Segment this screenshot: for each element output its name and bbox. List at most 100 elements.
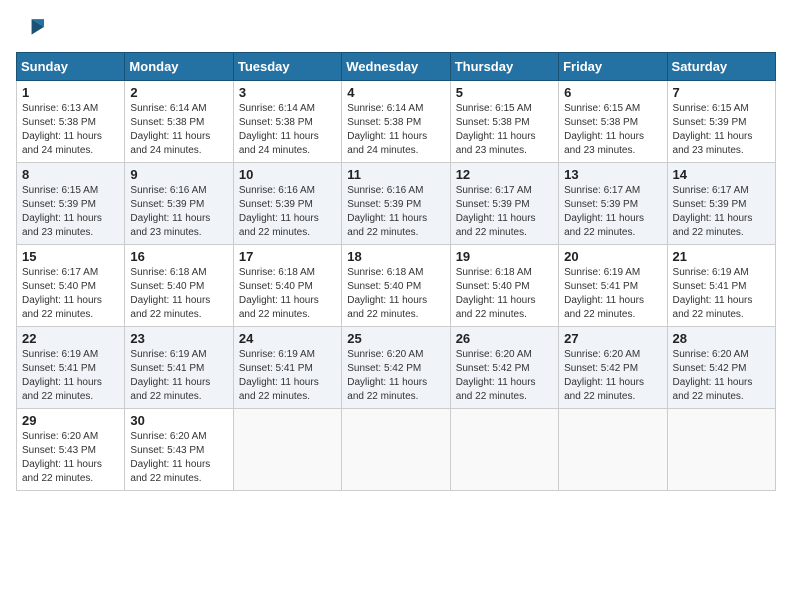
calendar-day-cell bbox=[559, 409, 667, 491]
day-info: Sunrise: 6:15 AM Sunset: 5:38 PM Dayligh… bbox=[456, 102, 554, 158]
day-number: 25 bbox=[347, 331, 445, 346]
day-info: Sunrise: 6:20 AM Sunset: 5:42 PM Dayligh… bbox=[673, 348, 771, 404]
day-info: Sunrise: 6:20 AM Sunset: 5:42 PM Dayligh… bbox=[456, 348, 554, 404]
day-number: 23 bbox=[130, 331, 228, 346]
day-info: Sunrise: 6:19 AM Sunset: 5:41 PM Dayligh… bbox=[239, 348, 337, 404]
calendar-day-cell: 6 Sunrise: 6:15 AM Sunset: 5:38 PM Daylig… bbox=[559, 81, 667, 163]
calendar-day-cell: 16 Sunrise: 6:18 AM Sunset: 5:40 PM Dayli… bbox=[125, 245, 233, 327]
calendar-day-cell bbox=[233, 409, 341, 491]
calendar-day-cell: 4Sunrise: 6:14 AM Sunset: 5:38 PM Daylig… bbox=[342, 81, 450, 163]
calendar-day-cell bbox=[667, 409, 775, 491]
calendar-day-cell: 15 Sunrise: 6:17 AM Sunset: 5:40 PM Dayli… bbox=[17, 245, 125, 327]
day-number: 24 bbox=[239, 331, 337, 346]
day-number: 11 bbox=[347, 167, 445, 182]
day-info: Sunrise: 6:20 AM Sunset: 5:42 PM Dayligh… bbox=[347, 348, 445, 404]
day-info: Sunrise: 6:18 AM Sunset: 5:40 PM Dayligh… bbox=[130, 266, 228, 322]
calendar-day-cell: 13Sunrise: 6:17 AM Sunset: 5:39 PM Dayli… bbox=[559, 163, 667, 245]
day-number: 3 bbox=[239, 85, 337, 100]
day-number: 2 bbox=[130, 85, 228, 100]
calendar-day-cell: 30 Sunrise: 6:20 AM Sunset: 5:43 PM Dayli… bbox=[125, 409, 233, 491]
day-info: Sunrise: 6:13 AM Sunset: 5:38 PM Dayligh… bbox=[22, 102, 120, 158]
day-info: Sunrise: 6:17 AM Sunset: 5:39 PM Dayligh… bbox=[673, 184, 771, 240]
calendar-day-cell: 12Sunrise: 6:17 AM Sunset: 5:39 PM Dayli… bbox=[450, 163, 558, 245]
day-info: Sunrise: 6:19 AM Sunset: 5:41 PM Dayligh… bbox=[22, 348, 120, 404]
weekday-header-tuesday: Tuesday bbox=[233, 53, 341, 81]
calendar-day-cell: 26 Sunrise: 6:20 AM Sunset: 5:42 PM Dayli… bbox=[450, 327, 558, 409]
calendar-day-cell bbox=[450, 409, 558, 491]
calendar-table: SundayMondayTuesdayWednesdayThursdayFrid… bbox=[16, 52, 776, 491]
calendar-day-cell: 22 Sunrise: 6:19 AM Sunset: 5:41 PM Dayli… bbox=[17, 327, 125, 409]
day-info: Sunrise: 6:14 AM Sunset: 5:38 PM Dayligh… bbox=[239, 102, 337, 158]
day-number: 9 bbox=[130, 167, 228, 182]
calendar-day-cell: 3 Sunrise: 6:14 AM Sunset: 5:38 PM Daylig… bbox=[233, 81, 341, 163]
weekday-header-friday: Friday bbox=[559, 53, 667, 81]
weekday-header-wednesday: Wednesday bbox=[342, 53, 450, 81]
day-number: 16 bbox=[130, 249, 228, 264]
day-number: 1 bbox=[22, 85, 120, 100]
day-number: 20 bbox=[564, 249, 662, 264]
calendar-day-cell: 25 Sunrise: 6:20 AM Sunset: 5:42 PM Dayli… bbox=[342, 327, 450, 409]
calendar-day-cell bbox=[342, 409, 450, 491]
day-number: 21 bbox=[673, 249, 771, 264]
day-info: Sunrise: 6:14 AM Sunset: 5:38 PM Dayligh… bbox=[347, 102, 445, 158]
day-number: 15 bbox=[22, 249, 120, 264]
calendar-week-row: 8 Sunrise: 6:15 AM Sunset: 5:39 PM Daylig… bbox=[17, 163, 776, 245]
day-number: 12 bbox=[456, 167, 554, 182]
day-info: Sunrise: 6:17 AM Sunset: 5:39 PM Dayligh… bbox=[564, 184, 662, 240]
calendar-day-cell: 1 Sunrise: 6:13 AM Sunset: 5:38 PM Daylig… bbox=[17, 81, 125, 163]
day-number: 22 bbox=[22, 331, 120, 346]
logo-icon bbox=[16, 16, 44, 44]
day-number: 8 bbox=[22, 167, 120, 182]
day-info: Sunrise: 6:18 AM Sunset: 5:40 PM Dayligh… bbox=[456, 266, 554, 322]
day-number: 14 bbox=[673, 167, 771, 182]
weekday-header-monday: Monday bbox=[125, 53, 233, 81]
page-header bbox=[16, 16, 776, 44]
calendar-day-cell: 8 Sunrise: 6:15 AM Sunset: 5:39 PM Daylig… bbox=[17, 163, 125, 245]
calendar-week-row: 22 Sunrise: 6:19 AM Sunset: 5:41 PM Dayli… bbox=[17, 327, 776, 409]
day-info: Sunrise: 6:18 AM Sunset: 5:40 PM Dayligh… bbox=[239, 266, 337, 322]
day-info: Sunrise: 6:16 AM Sunset: 5:39 PM Dayligh… bbox=[347, 184, 445, 240]
day-number: 30 bbox=[130, 413, 228, 428]
day-number: 28 bbox=[673, 331, 771, 346]
day-number: 7 bbox=[673, 85, 771, 100]
calendar-week-row: 29 Sunrise: 6:20 AM Sunset: 5:43 PM Dayli… bbox=[17, 409, 776, 491]
calendar-day-cell: 23 Sunrise: 6:19 AM Sunset: 5:41 PM Dayli… bbox=[125, 327, 233, 409]
day-info: Sunrise: 6:20 AM Sunset: 5:43 PM Dayligh… bbox=[130, 430, 228, 486]
calendar-day-cell: 11 Sunrise: 6:16 AM Sunset: 5:39 PM Dayli… bbox=[342, 163, 450, 245]
calendar-day-cell: 14 Sunrise: 6:17 AM Sunset: 5:39 PM Dayli… bbox=[667, 163, 775, 245]
calendar-day-cell: 17Sunrise: 6:18 AM Sunset: 5:40 PM Dayli… bbox=[233, 245, 341, 327]
calendar-day-cell: 9Sunrise: 6:16 AM Sunset: 5:39 PM Daylig… bbox=[125, 163, 233, 245]
day-info: Sunrise: 6:15 AM Sunset: 5:38 PM Dayligh… bbox=[564, 102, 662, 158]
calendar-day-cell: 2 Sunrise: 6:14 AM Sunset: 5:38 PM Daylig… bbox=[125, 81, 233, 163]
day-info: Sunrise: 6:19 AM Sunset: 5:41 PM Dayligh… bbox=[564, 266, 662, 322]
day-info: Sunrise: 6:16 AM Sunset: 5:39 PM Dayligh… bbox=[239, 184, 337, 240]
calendar-day-cell: 7 Sunrise: 6:15 AM Sunset: 5:39 PM Daylig… bbox=[667, 81, 775, 163]
day-info: Sunrise: 6:19 AM Sunset: 5:41 PM Dayligh… bbox=[130, 348, 228, 404]
day-number: 27 bbox=[564, 331, 662, 346]
day-number: 29 bbox=[22, 413, 120, 428]
calendar-day-cell: 10 Sunrise: 6:16 AM Sunset: 5:39 PM Dayli… bbox=[233, 163, 341, 245]
day-number: 10 bbox=[239, 167, 337, 182]
calendar-day-cell: 19 Sunrise: 6:18 AM Sunset: 5:40 PM Dayli… bbox=[450, 245, 558, 327]
weekday-header-thursday: Thursday bbox=[450, 53, 558, 81]
day-info: Sunrise: 6:14 AM Sunset: 5:38 PM Dayligh… bbox=[130, 102, 228, 158]
logo bbox=[16, 16, 48, 44]
calendar-day-cell: 27Sunrise: 6:20 AM Sunset: 5:42 PM Dayli… bbox=[559, 327, 667, 409]
day-number: 19 bbox=[456, 249, 554, 264]
day-number: 26 bbox=[456, 331, 554, 346]
day-info: Sunrise: 6:18 AM Sunset: 5:40 PM Dayligh… bbox=[347, 266, 445, 322]
day-info: Sunrise: 6:15 AM Sunset: 5:39 PM Dayligh… bbox=[673, 102, 771, 158]
day-info: Sunrise: 6:15 AM Sunset: 5:39 PM Dayligh… bbox=[22, 184, 120, 240]
day-info: Sunrise: 6:20 AM Sunset: 5:43 PM Dayligh… bbox=[22, 430, 120, 486]
calendar-day-cell: 5Sunrise: 6:15 AM Sunset: 5:38 PM Daylig… bbox=[450, 81, 558, 163]
calendar-day-cell: 24 Sunrise: 6:19 AM Sunset: 5:41 PM Dayli… bbox=[233, 327, 341, 409]
day-number: 6 bbox=[564, 85, 662, 100]
weekday-header-row: SundayMondayTuesdayWednesdayThursdayFrid… bbox=[17, 53, 776, 81]
calendar-day-cell: 20 Sunrise: 6:19 AM Sunset: 5:41 PM Dayli… bbox=[559, 245, 667, 327]
weekday-header-saturday: Saturday bbox=[667, 53, 775, 81]
calendar-week-row: 15 Sunrise: 6:17 AM Sunset: 5:40 PM Dayli… bbox=[17, 245, 776, 327]
day-info: Sunrise: 6:17 AM Sunset: 5:40 PM Dayligh… bbox=[22, 266, 120, 322]
calendar-day-cell: 28 Sunrise: 6:20 AM Sunset: 5:42 PM Dayli… bbox=[667, 327, 775, 409]
calendar-day-cell: 29 Sunrise: 6:20 AM Sunset: 5:43 PM Dayli… bbox=[17, 409, 125, 491]
day-number: 18 bbox=[347, 249, 445, 264]
